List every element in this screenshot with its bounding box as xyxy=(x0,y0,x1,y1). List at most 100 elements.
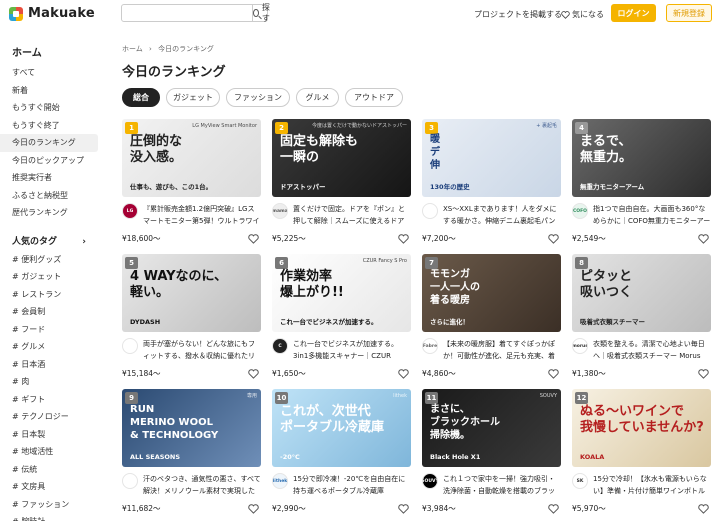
signup-button[interactable]: 新規登録 xyxy=(666,4,712,22)
project-card[interactable]: 11 SOUVY まさに、 ブラックホール 掃除機。 Black Hole X1 SOUVY… xyxy=(422,389,561,514)
favorite-heart-icon[interactable] xyxy=(398,368,409,379)
sidebar-item[interactable]: 新着 xyxy=(0,82,98,100)
breadcrumb-home[interactable]: ホーム xyxy=(122,45,143,53)
project-thumbnail[interactable]: 12 ぬる〜いワインで 我慢していませんか? KOALA xyxy=(572,389,711,467)
project-title[interactable]: 衣類を整える。清潔で心地よい毎日へ｜吸着式衣類スチーマー Morus xyxy=(593,338,711,362)
tag-link[interactable]: # 便利グッズ xyxy=(0,251,106,269)
project-thumbnail[interactable]: 11 SOUVY まさに、 ブラックホール 掃除機。 Black Hole X1 xyxy=(422,389,561,467)
favorite-heart-icon[interactable] xyxy=(698,368,709,379)
popular-tags-heading[interactable]: 人気のタグ › xyxy=(0,234,98,251)
project-thumbnail[interactable]: 8 ピタッと 吸いつく 吸着式衣類スチーマー xyxy=(572,254,711,332)
thumbnail-subtext: 仕事も、遊びも、この1台。 xyxy=(130,183,213,192)
project-thumbnail[interactable]: 1 LG MyView Smart Monitor 圧倒的な 没入感。 仕事も、遊びも、… xyxy=(122,119,261,197)
tag-link[interactable]: # 地域活性 xyxy=(0,443,106,461)
project-title[interactable]: これ１つで家中を一掃！強力吸引・洗浄除菌・自動乾燥を搭載のブラックホール xyxy=(443,473,561,497)
category-tab[interactable]: ファッション xyxy=(226,88,290,107)
favorite-heart-icon[interactable] xyxy=(548,503,559,514)
project-title[interactable]: 汗のベタつき、通気性の悪さ、すべて解決！メリノウール素材で実現したランニングウェ… xyxy=(143,473,261,497)
project-title[interactable]: 15分で即冷凍！-20℃を自由自在に持ち運べるポータブル冷蔵庫 xyxy=(293,473,411,497)
tag-link[interactable]: # 日本酒 xyxy=(0,356,106,374)
sidebar-home-heading: ホーム xyxy=(12,48,42,59)
price-row: ¥3,984〜 xyxy=(422,503,561,514)
watchlist-link[interactable]: 気になる xyxy=(561,9,604,20)
project-thumbnail[interactable]: 3 + 裏起毛暖デ伸 130年の歴史 xyxy=(422,119,561,197)
project-thumbnail[interactable]: 6 CZUR Fancy S Pro 作業効率 爆上がり!! これ一台でビジネスが加速す… xyxy=(272,254,411,332)
tag-link[interactable]: # 日本製 xyxy=(0,426,106,444)
post-project-link[interactable]: プロジェクトを掲載する xyxy=(474,9,562,20)
sidebar-item[interactable]: もうすぐ終了 xyxy=(0,117,98,135)
tag-link[interactable]: # 文房具 xyxy=(0,478,106,496)
logo-text: Makuake xyxy=(28,6,95,21)
project-title[interactable]: 指1つで自由自在。大画面も360°なめらかに｜COFO無重力モニターアーム xyxy=(593,203,711,227)
project-card[interactable]: 3 + 裏起毛暖デ伸 130年の歴史 XS〜XXLまであります！人をダメにする暖かさ。… xyxy=(422,119,561,244)
project-thumbnail[interactable]: 7 モモンガ 一人一人の 着る暖房 さらに進化！ xyxy=(422,254,561,332)
project-card[interactable]: 4 まるで、 無重力。 無重力モニターアーム COFO 指1つで自由自在。大画面も360°… xyxy=(572,119,711,244)
project-thumbnail[interactable]: 4 まるで、 無重力。 無重力モニターアーム xyxy=(572,119,711,197)
favorite-heart-icon[interactable] xyxy=(398,233,409,244)
tag-link[interactable]: # ガジェット xyxy=(0,268,106,286)
tag-link[interactable]: # ファッション xyxy=(0,496,106,514)
sidebar-item[interactable]: 今日のピックアップ xyxy=(0,152,98,170)
favorite-heart-icon[interactable] xyxy=(698,503,709,514)
sidebar-item[interactable]: すべて xyxy=(0,64,98,82)
category-tab[interactable]: グルメ xyxy=(296,88,339,107)
favorite-heart-icon[interactable] xyxy=(548,368,559,379)
project-card[interactable]: 54 WAYなのに、 軽い。 DYDASH 両手が塞がらない！どんな旅にもフィットする… xyxy=(122,254,261,379)
price-row: ¥18,600〜 xyxy=(122,233,261,244)
project-title[interactable]: 【未来の暖房服】着てすぐぽっかぽか！可動性が進化、足元も充実、着る暖房 xyxy=(443,338,561,362)
project-price: ¥1,650〜 xyxy=(272,369,306,378)
project-thumbnail[interactable]: 10 lithek これが、次世代 ポータブル冷蔵庫 -20°C xyxy=(272,389,411,467)
thumbnail-caption: lithek xyxy=(393,393,407,399)
project-title[interactable]: 『累計販売金額1.2億円突破』LGスマートモニター第5弾！ウルトラワイドモニター xyxy=(143,203,261,227)
project-card[interactable]: 9 専用 RUN MERINO WOOL & TECHNOLOGY ALL SEASONS… xyxy=(122,389,261,514)
sidebar-item[interactable]: 推奨実行者 xyxy=(0,169,98,187)
tag-link[interactable]: # グルメ xyxy=(0,338,106,356)
project-thumbnail[interactable]: 54 WAYなのに、 軽い。 DYDASH xyxy=(122,254,261,332)
project-card[interactable]: 6 CZUR Fancy S Pro 作業効率 爆上がり!! これ一台でビジネスが加速す… xyxy=(272,254,411,379)
favorite-heart-icon[interactable] xyxy=(698,233,709,244)
project-card[interactable]: 2 今度は置くだけで動かないドアストッパー 固定も解除も 一瞬の ドアストッパー mama… xyxy=(272,119,411,244)
search-button-label: 探す xyxy=(261,3,270,23)
tag-link[interactable]: # レストラン xyxy=(0,286,106,304)
thumbnail-headline: ポータブル冷蔵庫 xyxy=(280,420,385,435)
favorite-heart-icon[interactable] xyxy=(248,368,259,379)
sidebar-item[interactable]: ふるさと納税型 xyxy=(0,187,98,205)
project-title[interactable]: これ一台でビジネスが加速する。3in1多機能スキャナー｜CZUR xyxy=(293,338,411,362)
sidebar-item[interactable]: 歴代ランキング xyxy=(0,204,98,222)
favorite-heart-icon[interactable] xyxy=(548,233,559,244)
tag-link[interactable]: # ギフト xyxy=(0,391,106,409)
category-tab[interactable]: ガジェット xyxy=(166,88,220,107)
favorite-heart-icon[interactable] xyxy=(248,503,259,514)
project-title[interactable]: 置くだけで固定。ドアを『ポン』と押して解除｜スムーズに使えるドアストッパー xyxy=(293,203,411,227)
thumbnail-caption: + 裏起毛 xyxy=(536,123,557,129)
project-card[interactable]: 12 ぬる〜いワインで 我慢していませんか? KOALA SK 15分で冷却！【氷水も電源… xyxy=(572,389,711,514)
project-card[interactable]: 1 LG MyView Smart Monitor 圧倒的な 没入感。 仕事も、遊びも、… xyxy=(122,119,261,244)
project-title[interactable]: 両手が塞がらない！どんな旅にもフィットする、撥水＆収納に優れたリュック xyxy=(143,338,261,362)
search-button[interactable]: 探す xyxy=(252,3,272,23)
card-meta: mama 置くだけで固定。ドアを『ポン』と押して解除｜スムーズに使えるドアストッパ… xyxy=(272,203,411,227)
thumbnail-headline: 爆上がり!! xyxy=(280,285,344,300)
login-button[interactable]: ログイン xyxy=(611,4,656,22)
tag-link[interactable]: # フード xyxy=(0,321,106,339)
project-card[interactable]: 7 モモンガ 一人一人の 着る暖房 さらに進化！ Fabre 【未来の暖房服】着てすぐぽっか… xyxy=(422,254,561,379)
project-title[interactable]: XS〜XXLまであります！人をダメにする暖かさ。伸縮デニム裏起毛パンツ xyxy=(443,203,561,227)
category-tab[interactable]: 総合 xyxy=(122,88,160,107)
sidebar-item[interactable]: 今日のランキング xyxy=(0,134,98,152)
tag-link[interactable]: # 会員制 xyxy=(0,303,106,321)
project-card[interactable]: 10 lithek これが、次世代 ポータブル冷蔵庫 -20°C lithek 15分で即冷… xyxy=(272,389,411,514)
project-title[interactable]: 15分で冷却！【氷水も電源もいらない】準備・片付け簡単ワインボトルクーラー xyxy=(593,473,711,497)
tag-link[interactable]: # 腕時計 xyxy=(0,513,106,521)
makuake-logo[interactable]: Makuake xyxy=(9,6,95,21)
project-card[interactable]: 8 ピタッと 吸いつく 吸着式衣類スチーマー morus 衣類を整える。清潔で心地よい毎日… xyxy=(572,254,711,379)
tag-link[interactable]: # テクノロジー xyxy=(0,408,106,426)
favorite-heart-icon[interactable] xyxy=(248,233,259,244)
project-thumbnail[interactable]: 9 専用 RUN MERINO WOOL & TECHNOLOGY ALL SEASONS xyxy=(122,389,261,467)
project-thumbnail[interactable]: 2 今度は置くだけで動かないドアストッパー 固定も解除も 一瞬の ドアストッパー xyxy=(272,119,411,197)
search-input[interactable] xyxy=(122,5,252,21)
brand-avatar xyxy=(422,203,438,219)
sidebar-item[interactable]: もうすぐ開始 xyxy=(0,99,98,117)
tag-link[interactable]: # 伝統 xyxy=(0,461,106,479)
category-tab[interactable]: アウトドア xyxy=(345,88,403,107)
tag-link[interactable]: # 肉 xyxy=(0,373,106,391)
favorite-heart-icon[interactable] xyxy=(398,503,409,514)
